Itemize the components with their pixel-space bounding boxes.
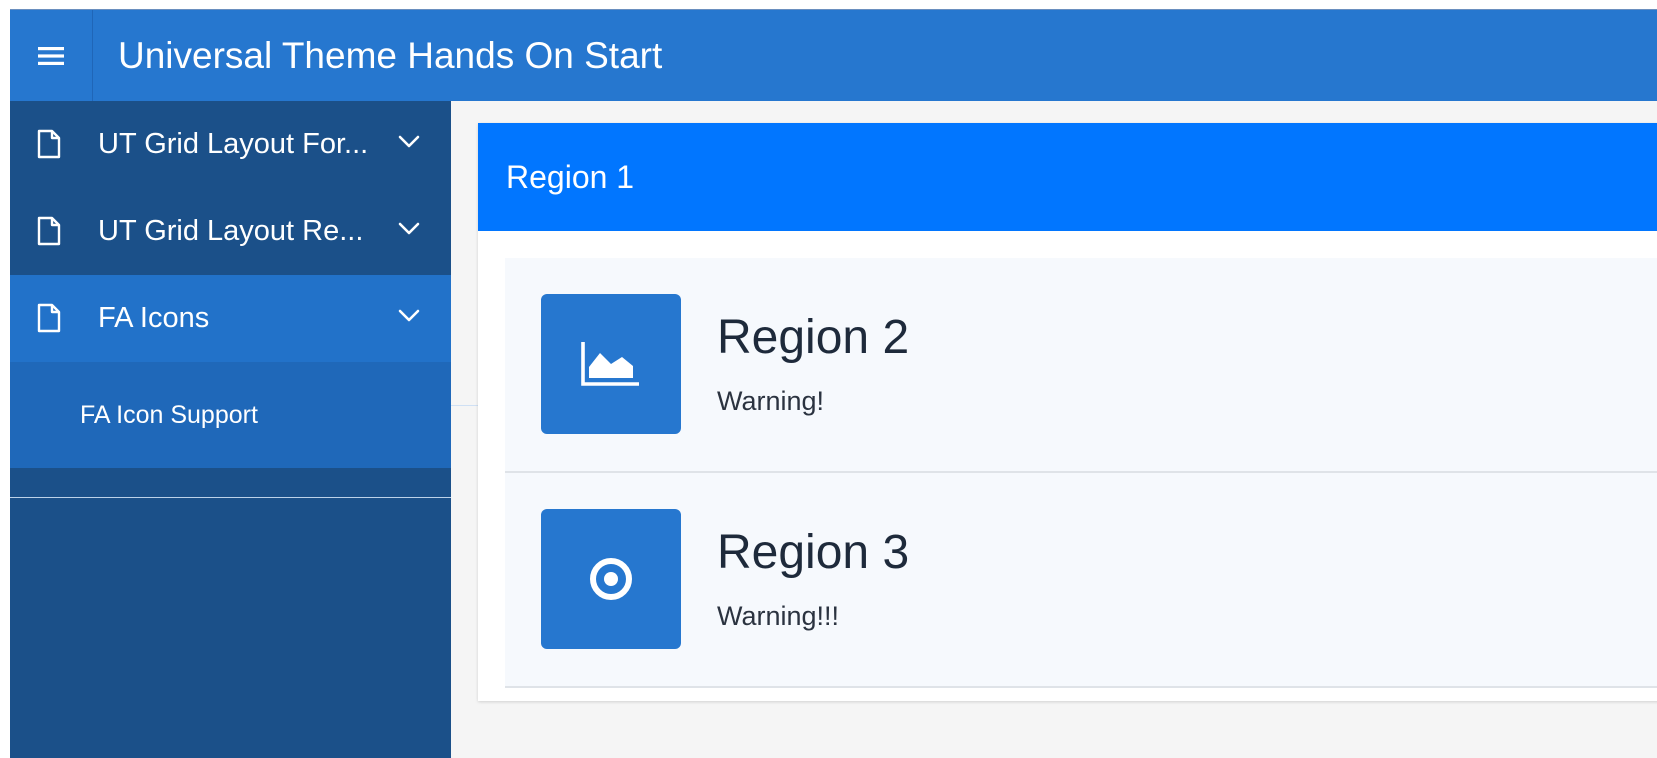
sidebar-item-fa-icons[interactable]: FA Icons — [10, 275, 451, 362]
dot-circle-icon — [590, 558, 632, 600]
area-chart-icon — [581, 342, 639, 386]
region-3-text: Warning!!! — [717, 601, 840, 631]
sidebar-submenu: FA Icon Support — [10, 362, 451, 468]
file-icon — [37, 303, 61, 333]
file-icon — [37, 216, 61, 246]
divider — [10, 497, 451, 498]
app-title[interactable]: Universal Theme Hands On Start — [118, 10, 662, 102]
region-2: Region 2 Warning! — [505, 258, 1657, 473]
region-2-title: Region 2 — [717, 311, 910, 364]
region-1-body: Region 2 Warning! Region 3 Warning!!! — [505, 258, 1657, 688]
chevron-down-icon[interactable] — [398, 222, 420, 236]
chevron-down-icon[interactable] — [398, 135, 420, 149]
sidebar-item-label: UT Grid Layout For... — [98, 128, 369, 160]
menu-toggle-button[interactable] — [10, 10, 93, 102]
app-frame: Universal Theme Hands On Start UT Grid L… — [10, 9, 1657, 758]
region-3: Region 3 Warning!!! — [505, 473, 1657, 688]
top-navigation-bar: Universal Theme Hands On Start — [10, 9, 1657, 102]
sidebar-item-ut-grid-layout-re[interactable]: UT Grid Layout Re... — [10, 188, 451, 275]
sidebar-subitem-fa-icon-support[interactable]: FA Icon Support — [80, 362, 258, 468]
sidebar-item-label: FA Icons — [98, 302, 210, 334]
region-3-title: Region 3 — [717, 526, 910, 579]
hamburger-icon — [38, 47, 64, 65]
region-2-icon-box — [541, 294, 681, 434]
main-content: Region 1 Region 2 Warning! Region 3 Warn… — [451, 101, 1657, 758]
sidebar-item-ut-grid-layout-for[interactable]: UT Grid Layout For... — [10, 101, 451, 188]
region-2-text: Warning! — [717, 386, 825, 416]
region-3-icon-box — [541, 509, 681, 649]
sidebar-navigation: UT Grid Layout For... UT Grid Layout Re.… — [10, 101, 451, 758]
file-icon — [37, 129, 61, 159]
region-1-card: Region 1 Region 2 Warning! Region 3 Warn… — [478, 123, 1657, 701]
sidebar-item-label: UT Grid Layout Re... — [98, 215, 364, 247]
chevron-down-icon[interactable] — [398, 309, 420, 323]
region-1-header: Region 1 — [478, 123, 1657, 231]
